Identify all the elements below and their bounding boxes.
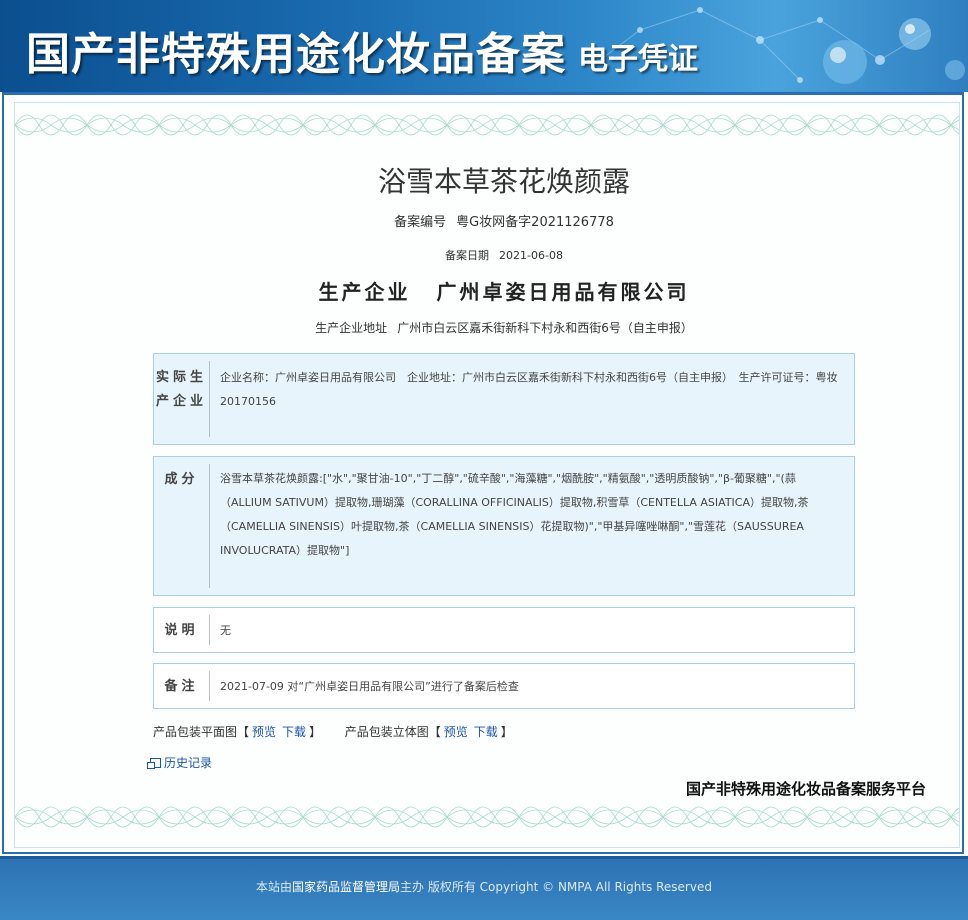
section-label-remark: 备注 — [164, 679, 199, 694]
divider — [209, 615, 210, 645]
section-description: 说明 无 — [153, 607, 855, 653]
registration-label: 备案编号 — [394, 215, 447, 230]
section-content-producer: 企业名称：广州卓姿日用品有限公司 企业地址：广州市白云区嘉禾街新科下村永和西街6… — [220, 371, 838, 408]
section-label-description: 说明 — [164, 623, 199, 638]
divider — [209, 464, 210, 588]
footer-prefix: 本站由 — [256, 880, 293, 894]
flat-image-label: 产品包装平面图 — [153, 725, 238, 739]
footer-suffix: 主办 版权所有 Copyright © NMPA All Rights Rese… — [400, 880, 712, 894]
section-actual-producer: 实际生产企业 企业名称：广州卓姿日用品有限公司 企业地址：广州市白云区嘉禾街新科… — [153, 353, 855, 445]
manufacturer-address: 生产企业地址 广州市白云区嘉禾街新科下村永和西街6号（自主申报） — [0, 319, 968, 336]
history-link-label: 历史记录 — [164, 756, 213, 770]
address-label: 生产企业地址 — [315, 321, 388, 335]
package-images: 产品包装平面图【 预览 下载】 产品包装立体图【 预览 下载】 — [153, 723, 513, 740]
date-value: 2021-06-08 — [499, 249, 563, 262]
divider — [209, 361, 210, 437]
solid-preview-link[interactable]: 预览 — [444, 725, 468, 739]
manufacturer-label: 生产企业 — [318, 280, 411, 304]
bracket: 【 — [237, 725, 250, 739]
bracket: 】 — [500, 725, 513, 739]
wave-border-bottom — [15, 806, 959, 828]
wave-border-top — [15, 114, 959, 136]
platform-name: 国产非特殊用途化妆品备案服务平台 — [686, 780, 927, 798]
banner-subtitle: 电子凭证 — [578, 42, 698, 77]
section-content-remark: 2021-07-09 对“广州卓姿日用品有限公司”进行了备案后检查 — [220, 680, 519, 693]
bracket: 】 — [309, 725, 322, 739]
manufacturer-value: 广州卓姿日用品有限公司 — [436, 280, 690, 304]
registration-date: 备案日期 2021-06-08 — [0, 247, 968, 263]
banner-title: 国产非特殊用途化妆品备案 电子凭证 — [26, 29, 698, 80]
address-value: 广州市白云区嘉禾街新科下村永和西街6号（自主申报） — [397, 321, 693, 335]
footer: 本站由国家药品监督管理局主办 版权所有 Copyright © NMPA All… — [0, 856, 968, 920]
section-content-description: 无 — [220, 624, 231, 637]
bracket: 【 — [428, 725, 441, 739]
solid-image-label: 产品包装立体图 — [344, 725, 429, 739]
product-name: 浴雪本草茶花焕颜露 — [377, 165, 630, 198]
section-label-ingredients: 成分 — [164, 472, 199, 487]
section-ingredients: 成分 浴雪本草茶花焕颜露:["水","聚甘油-10","丁二醇","硫辛酸","… — [153, 456, 855, 596]
footer-org: 国家药品监督管理局 — [292, 880, 401, 894]
window-icon — [147, 758, 161, 769]
section-content-ingredients: 浴雪本草茶花焕颜露:["水","聚甘油-10","丁二醇","硫辛酸","海藻糖… — [220, 472, 809, 557]
registration-number: 备案编号 粤G妆网备字2021126778 — [0, 211, 968, 230]
registration-value: 粤G妆网备字2021126778 — [456, 215, 614, 230]
section-remark: 备注 2021-07-09 对“广州卓姿日用品有限公司”进行了备案后检查 — [153, 663, 855, 709]
flat-preview-link[interactable]: 预览 — [252, 725, 276, 739]
solid-download-link[interactable]: 下载 — [474, 725, 498, 739]
divider — [209, 671, 210, 701]
manufacturer: 生产企业 广州卓姿日用品有限公司 — [0, 276, 968, 305]
date-label: 备案日期 — [445, 249, 490, 262]
flat-download-link[interactable]: 下载 — [282, 725, 306, 739]
history-link[interactable]: 历史记录 — [147, 754, 213, 771]
header-banner: 国产非特殊用途化妆品备案 电子凭证 — [0, 0, 968, 92]
section-label-producer: 实际生产企业 — [155, 370, 207, 409]
